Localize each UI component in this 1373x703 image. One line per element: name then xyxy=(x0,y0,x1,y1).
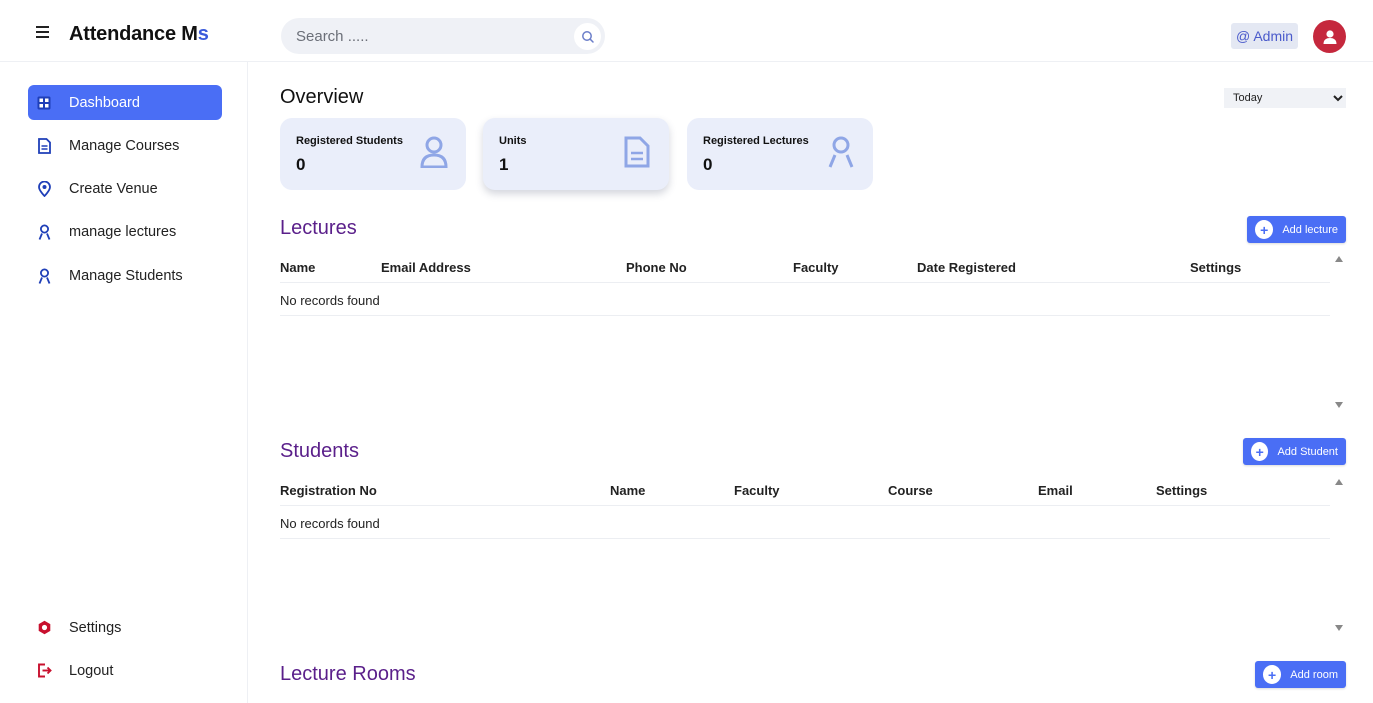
search-bar xyxy=(281,18,605,54)
scroll-up-arrow-icon[interactable] xyxy=(1334,477,1344,487)
students-title: Students xyxy=(280,440,359,462)
add-room-button[interactable]: + Add room xyxy=(1255,661,1346,688)
sidebar-item-logout[interactable]: Logout xyxy=(28,653,222,688)
sidebar-item-label: manage lectures xyxy=(69,223,177,240)
overview-title: Overview xyxy=(280,86,364,108)
column-header: Faculty xyxy=(734,483,780,498)
sidebar-item-label: Settings xyxy=(69,619,122,636)
sidebar-item-manage-courses[interactable]: Manage Courses xyxy=(28,128,222,163)
dashboard-icon xyxy=(36,95,52,111)
table-row-divider xyxy=(280,538,1330,539)
user-icon xyxy=(1323,29,1336,44)
sidebar-item-label: Create Venue xyxy=(69,180,158,197)
column-header: Course xyxy=(888,483,933,498)
sidebar-item-manage-students[interactable]: Manage Students xyxy=(28,258,222,293)
document-icon xyxy=(624,136,650,168)
stat-label: Registered Lectures xyxy=(703,135,809,147)
lecture-rooms-title: Lecture Rooms xyxy=(280,663,416,685)
stat-label: Registered Students xyxy=(296,135,403,147)
sidebar-item-label: Manage Courses xyxy=(69,137,180,154)
sidebar-item-create-venue[interactable]: Create Venue xyxy=(28,171,222,206)
plus-icon: + xyxy=(1255,220,1274,239)
stat-card-units: Units 1 xyxy=(483,118,669,190)
column-header: Settings xyxy=(1156,483,1208,498)
user-avatar[interactable] xyxy=(1313,20,1346,53)
lectures-title: Lectures xyxy=(280,217,357,239)
column-header: Date Registered xyxy=(917,260,1016,275)
add-student-label: Add Student xyxy=(1277,445,1338,458)
column-header: Faculty xyxy=(793,260,839,275)
main-content: Overview Today Registered Students 0 Uni… xyxy=(248,62,1373,703)
lectures-table: Name Email Address Phone No Faculty Date… xyxy=(280,260,1330,430)
top-bar: Attendance Ms @ Admin xyxy=(0,0,1373,62)
brand-text: Attendance M xyxy=(69,23,198,45)
gear-icon xyxy=(36,620,52,636)
location-pin-icon xyxy=(36,180,52,197)
brand-accent: s xyxy=(197,23,209,45)
column-header: Name xyxy=(610,483,646,498)
period-select[interactable]: Today xyxy=(1224,88,1346,108)
column-header: Email xyxy=(1038,483,1073,498)
add-lecture-button[interactable]: + Add lecture xyxy=(1247,216,1346,243)
table-header-divider xyxy=(280,282,1330,283)
sidebar: Dashboard Manage Courses Create Venue ma… xyxy=(0,62,248,703)
person-icon xyxy=(36,224,52,240)
plus-icon: + xyxy=(1263,665,1282,684)
stat-card-registered-students: Registered Students 0 xyxy=(280,118,466,190)
hamburger-menu-icon[interactable] xyxy=(36,26,50,38)
sidebar-item-label: Dashboard xyxy=(69,94,140,111)
stat-card-registered-lectures: Registered Lectures 0 xyxy=(687,118,873,190)
search-input[interactable] xyxy=(296,26,566,46)
sidebar-item-settings[interactable]: Settings xyxy=(28,610,222,645)
add-room-label: Add room xyxy=(1290,668,1338,681)
add-student-button[interactable]: + Add Student xyxy=(1243,438,1346,465)
column-header: Name xyxy=(280,260,316,275)
sidebar-item-label: Manage Students xyxy=(69,267,183,284)
sidebar-item-label: Logout xyxy=(69,662,114,679)
person-icon xyxy=(828,136,854,168)
table-row-divider xyxy=(280,315,1330,316)
scroll-down-arrow-icon[interactable] xyxy=(1334,400,1344,410)
person-icon xyxy=(420,136,448,168)
column-header: Email Address xyxy=(381,260,471,275)
app-brand: Attendance Ms xyxy=(69,23,209,46)
plus-icon: + xyxy=(1251,442,1269,461)
add-lecture-label: Add lecture xyxy=(1282,223,1338,236)
document-icon xyxy=(36,137,52,154)
sidebar-item-dashboard[interactable]: Dashboard xyxy=(28,85,222,120)
empty-message: No records found xyxy=(280,293,380,308)
column-header: Registration No xyxy=(280,483,377,498)
search-button[interactable] xyxy=(574,23,601,50)
stat-value: 0 xyxy=(296,155,306,174)
scroll-down-arrow-icon[interactable] xyxy=(1334,623,1344,633)
sidebar-item-manage-lectures[interactable]: manage lectures xyxy=(28,214,222,249)
column-header: Settings xyxy=(1190,260,1242,275)
stat-value: 1 xyxy=(499,155,509,174)
admin-label[interactable]: @ Admin xyxy=(1231,23,1299,49)
students-table: Registration No Name Faculty Course Emai… xyxy=(280,483,1330,653)
logout-icon xyxy=(36,663,52,679)
table-header-divider xyxy=(280,505,1330,506)
search-icon xyxy=(581,30,594,43)
empty-message: No records found xyxy=(280,516,380,531)
scroll-up-arrow-icon[interactable] xyxy=(1334,254,1344,264)
person-icon xyxy=(36,268,52,284)
column-header: Phone No xyxy=(626,260,687,275)
stat-value: 0 xyxy=(703,155,713,174)
stat-label: Units xyxy=(499,135,527,147)
